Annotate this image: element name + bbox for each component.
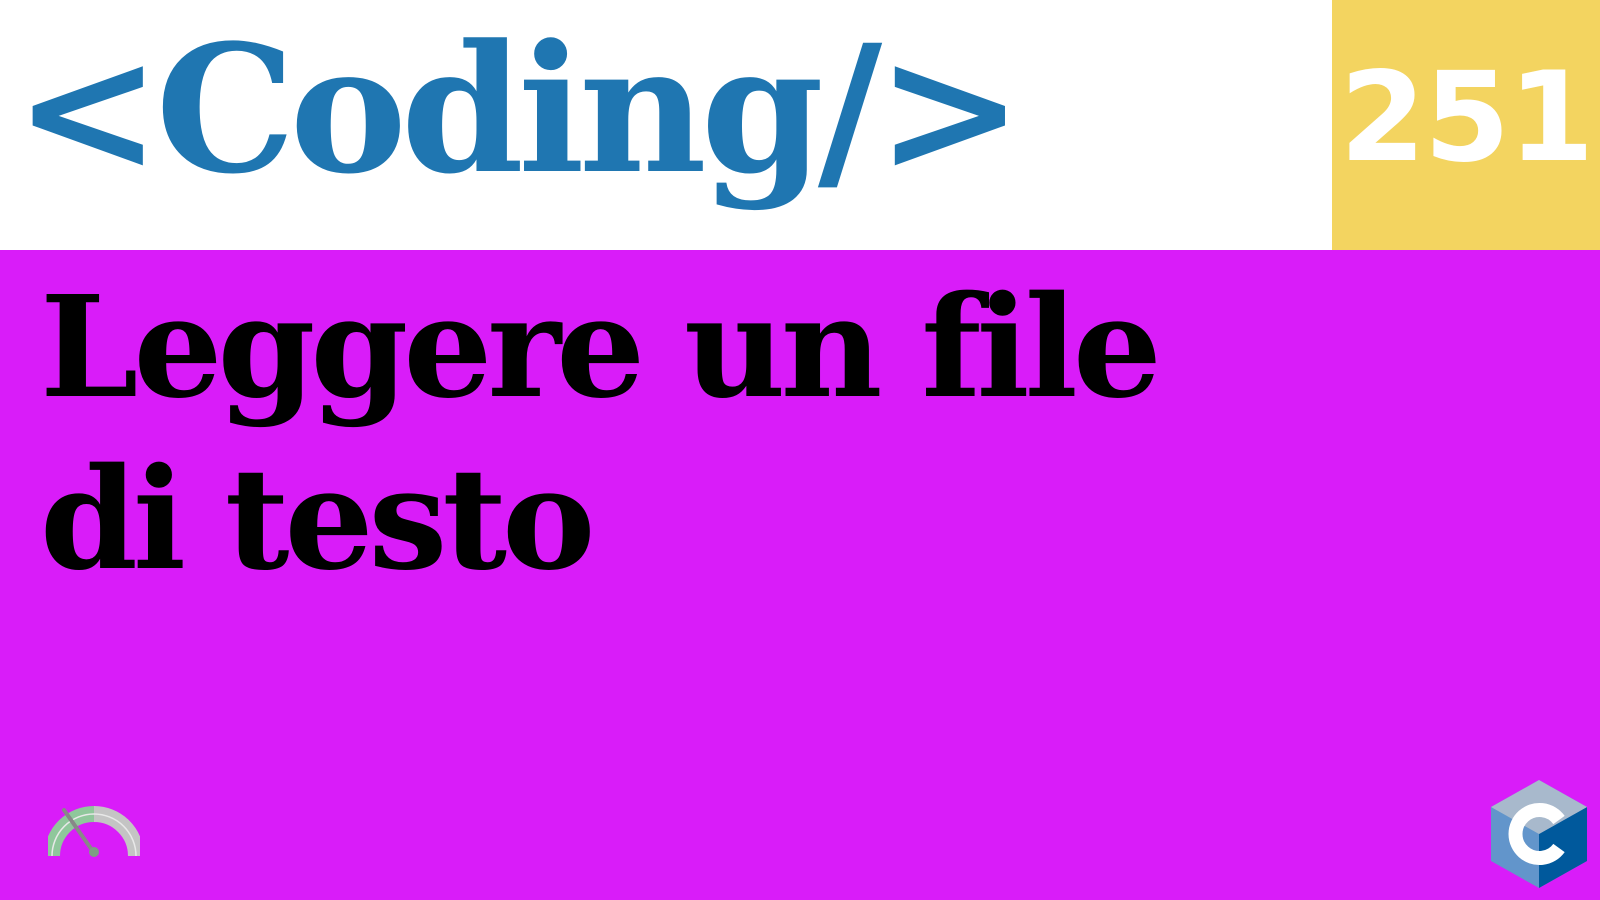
page-title: Leggere un file di testo: [40, 266, 1162, 602]
brand-logo-text: <Coding/>: [14, 6, 1024, 213]
gauge-icon: [48, 806, 140, 857]
header-bar: <Coding/> 251: [0, 0, 1600, 250]
episode-number: 251: [1339, 46, 1595, 190]
episode-badge: 251: [1332, 0, 1600, 250]
c-language-logo-icon: [1491, 780, 1587, 888]
